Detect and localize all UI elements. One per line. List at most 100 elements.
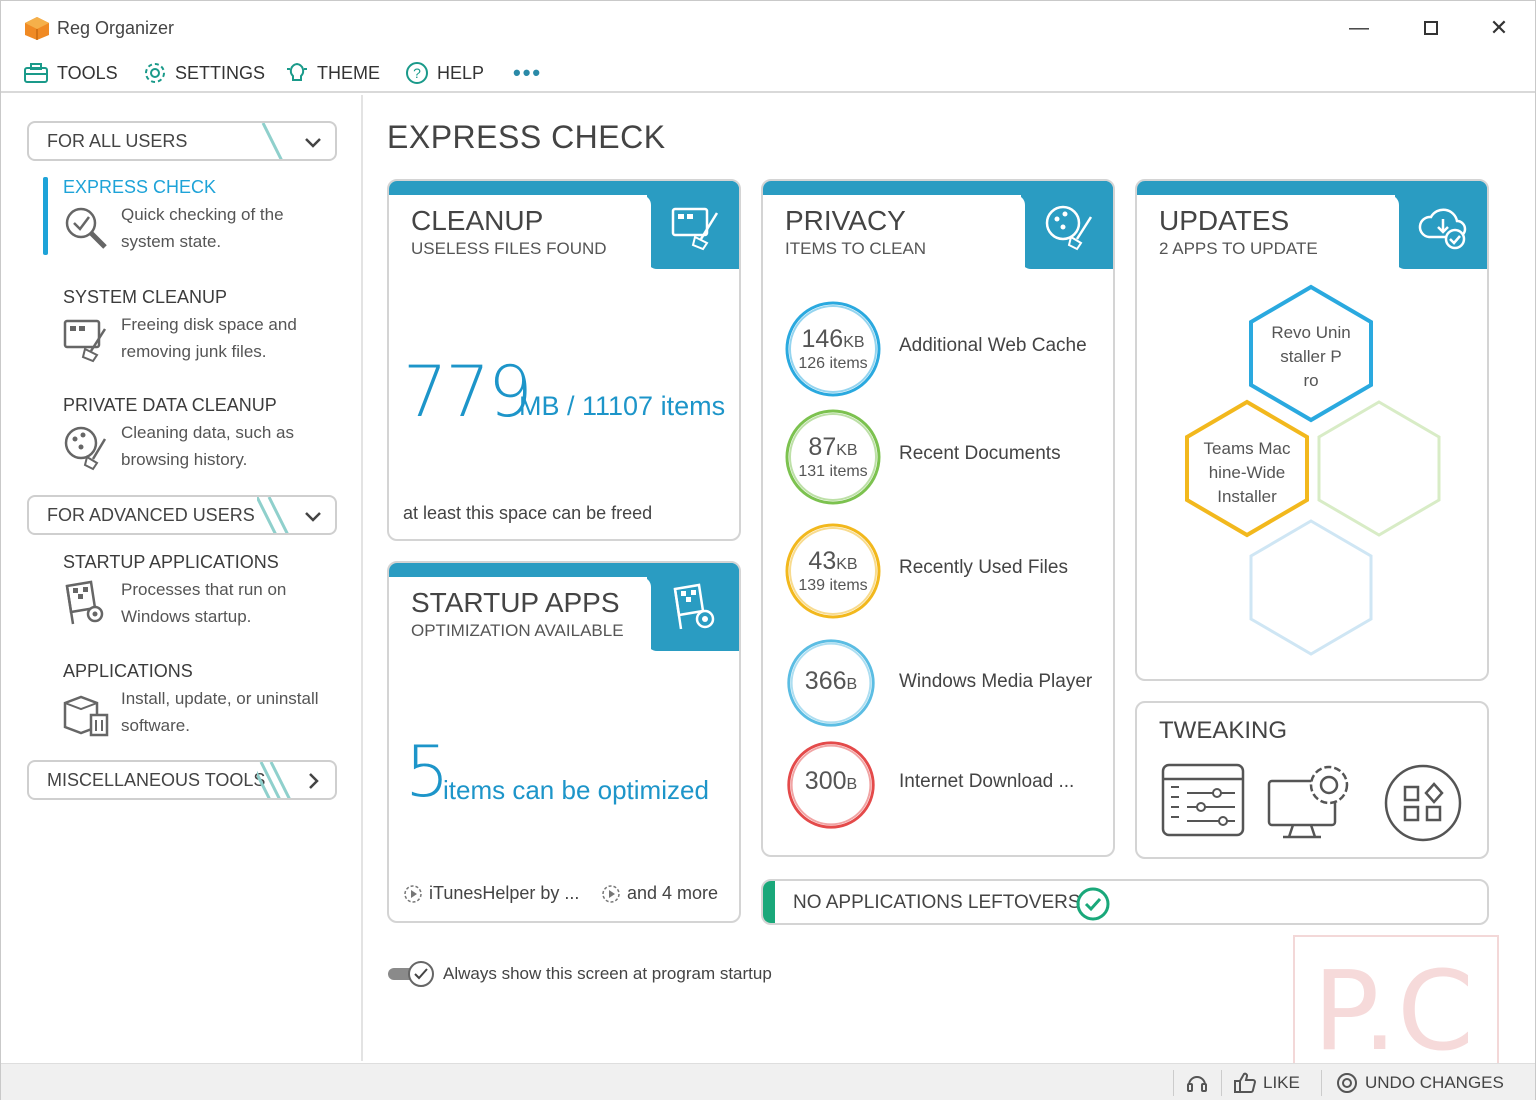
chevron-down-icon <box>305 138 321 148</box>
privacy-size: 43KB <box>808 547 858 575</box>
title-bar: Reg Organizer — ✕ <box>1 1 1535 53</box>
menu-help-label: HELP <box>437 62 485 83</box>
card-title: PRIVACY <box>785 205 906 236</box>
startup-count-value: 5 <box>405 731 450 813</box>
status-bar: LIKE UNDO CHANGES <box>1 1063 1535 1100</box>
startup-item-more[interactable]: and 4 more <box>601 883 718 904</box>
group-misc-tools-dropdown[interactable]: MISCELLANEOUS TOOLS <box>27 760 337 800</box>
svg-text:?: ? <box>413 65 421 81</box>
menu-tools-label: TOOLS <box>57 62 118 83</box>
sidebar-item-desc: Processes that run on Windows startup. <box>121 580 287 626</box>
privacy-items-count: 126 items <box>798 355 868 372</box>
more-menu-button[interactable]: ••• <box>513 59 542 87</box>
privacy-broom-icon <box>64 426 107 471</box>
sidebar-item-title: PRIVATE DATA CLEANUP <box>63 395 277 415</box>
sidebar-item-desc: Install, update, or uninstall software. <box>121 689 319 735</box>
minimize-button[interactable]: — <box>1339 13 1379 43</box>
app-window: Reg Organizer — ✕ TOOLS SETTINGS THEME ?… <box>0 0 1536 1100</box>
sidebar-item-title: SYSTEM CLEANUP <box>63 287 228 307</box>
sidebar-item-desc: Quick checking of the system state. <box>121 205 284 251</box>
startup-screen-toggle[interactable] <box>387 959 435 989</box>
privacy-row-web-cache[interactable]: 146KB 126 items Additional Web Cache <box>783 299 1113 397</box>
check-circle-icon <box>1076 887 1110 921</box>
cleanup-footer: at least this space can be freed <box>403 503 653 523</box>
menu-help[interactable]: ? HELP <box>405 59 484 87</box>
startup-count-unit: items can be optimized <box>443 775 709 805</box>
leftovers-label: NO APPLICATIONS LEFTOVERS <box>793 892 1081 913</box>
maximize-icon <box>1424 21 1438 35</box>
group-advanced-label: FOR ADVANCED USERS <box>47 504 255 525</box>
cleanup-size-unit: MB / 11107 items <box>519 391 726 421</box>
app-hexagons <box>1185 284 1441 656</box>
group-all-users-dropdown[interactable]: FOR ALL USERS <box>27 121 337 161</box>
startup-apps-card[interactable]: STARTUP APPS OPTIMIZATION AVAILABLE 5 it… <box>387 561 741 923</box>
group-misc-label: MISCELLANEOUS TOOLS <box>47 769 266 790</box>
thumbs-up-icon <box>1234 1072 1257 1093</box>
apps-grid-icon[interactable] <box>1383 763 1463 843</box>
flag-gear-icon <box>673 583 715 630</box>
menu-tools[interactable]: TOOLS <box>23 59 118 87</box>
privacy-row-label: Windows Media Player <box>899 671 1093 692</box>
lightbulb-icon <box>287 62 307 81</box>
divider <box>1173 1070 1174 1096</box>
privacy-row-internet-download[interactable]: 300B Internet Download ... <box>783 737 1113 833</box>
group-advanced-dropdown[interactable]: FOR ADVANCED USERS <box>27 495 337 535</box>
privacy-row-recent-files[interactable]: 43KB 139 items Recently Used Files <box>783 521 1113 619</box>
stripes-decoration <box>257 497 289 533</box>
close-button[interactable]: ✕ <box>1479 13 1519 43</box>
support-button[interactable] <box>1185 1071 1215 1095</box>
privacy-row-label: Recently Used Files <box>899 557 1068 578</box>
startup-item-label: iTunesHelper by ... <box>429 883 580 903</box>
no-leftovers-bar[interactable]: NO APPLICATIONS LEFTOVERS <box>761 879 1489 925</box>
privacy-items-count: 139 items <box>798 577 868 594</box>
maximize-button[interactable] <box>1411 13 1451 43</box>
privacy-size: 366B <box>804 667 858 695</box>
flag-gear-icon <box>65 580 104 625</box>
settings-sliders-icon[interactable] <box>1161 763 1245 839</box>
help-icon: ? <box>406 62 428 84</box>
app-logo-icon <box>25 17 49 40</box>
card-subtitle: ITEMS TO CLEAN <box>785 239 927 258</box>
update-app-revo[interactable]: Revo Unin staller Pro <box>1261 321 1361 393</box>
menu-theme[interactable]: THEME <box>285 59 380 87</box>
privacy-size: 300B <box>804 767 858 795</box>
tweaking-card[interactable]: TWEAKING <box>1135 701 1489 859</box>
privacy-row-recent-docs[interactable]: 87KB 131 items Recent Documents <box>783 407 1113 505</box>
privacy-row-label: Internet Download ... <box>899 771 1075 792</box>
privacy-items-count: 131 items <box>798 463 868 480</box>
chevron-down-icon <box>305 512 321 522</box>
privacy-card[interactable]: PRIVACY ITEMS TO CLEAN 146KB 126 items A… <box>761 179 1115 857</box>
sidebar-item-title: APPLICATIONS <box>63 661 193 681</box>
play-circle-icon <box>602 884 620 903</box>
card-title: TWEAKING <box>1159 717 1288 744</box>
card-title: CLEANUP <box>411 205 544 236</box>
sidebar: FOR ALL USERS EXPRESS CHECK Quick checki… <box>1 95 363 1061</box>
hexagon-empty-green <box>1317 400 1441 537</box>
sidebar-item-desc: Cleaning data, such as browsing history. <box>121 423 294 469</box>
like-button[interactable]: LIKE <box>1233 1071 1300 1095</box>
startup-screen-toggle-row: Always show this screen at program start… <box>387 959 772 989</box>
undo-label: UNDO CHANGES <box>1365 1073 1504 1092</box>
headset-icon <box>1187 1076 1207 1092</box>
privacy-broom-icon <box>1045 205 1093 251</box>
broom-screen-icon <box>671 207 719 251</box>
undo-changes-button[interactable]: UNDO CHANGES <box>1335 1071 1504 1095</box>
updates-card[interactable]: UPDATES 2 APPS TO UPDATE Revo Unin stalle… <box>1135 179 1489 681</box>
privacy-row-media-player[interactable]: 366B Windows Media Player <box>783 635 1113 731</box>
startup-item-itunes[interactable]: iTunesHelper by ... <box>403 883 579 904</box>
magnifier-check-icon <box>65 207 107 249</box>
hexagon-empty-blue <box>1249 519 1373 656</box>
undo-circle-icon <box>1337 1073 1357 1093</box>
cleanup-card[interactable]: CLEANUP USELESS FILES FOUND 779 MB / 111… <box>387 179 741 541</box>
sidebar-item-title: EXPRESS CHECK <box>63 177 217 197</box>
broom-screen-icon <box>63 319 107 363</box>
toolbox-icon <box>24 63 48 83</box>
update-app-teams[interactable]: Teams Mac hine-Wide Installer <box>1197 437 1297 509</box>
privacy-size: 146KB <box>801 325 865 353</box>
cleanup-size-value: 779 <box>403 351 533 433</box>
monitor-gear-icon[interactable] <box>1265 763 1357 843</box>
active-indicator <box>43 177 48 255</box>
menu-settings[interactable]: SETTINGS <box>143 59 265 87</box>
card-title: STARTUP APPS <box>411 587 620 618</box>
sidebar-item-title: STARTUP APPLICATIONS <box>63 552 279 572</box>
